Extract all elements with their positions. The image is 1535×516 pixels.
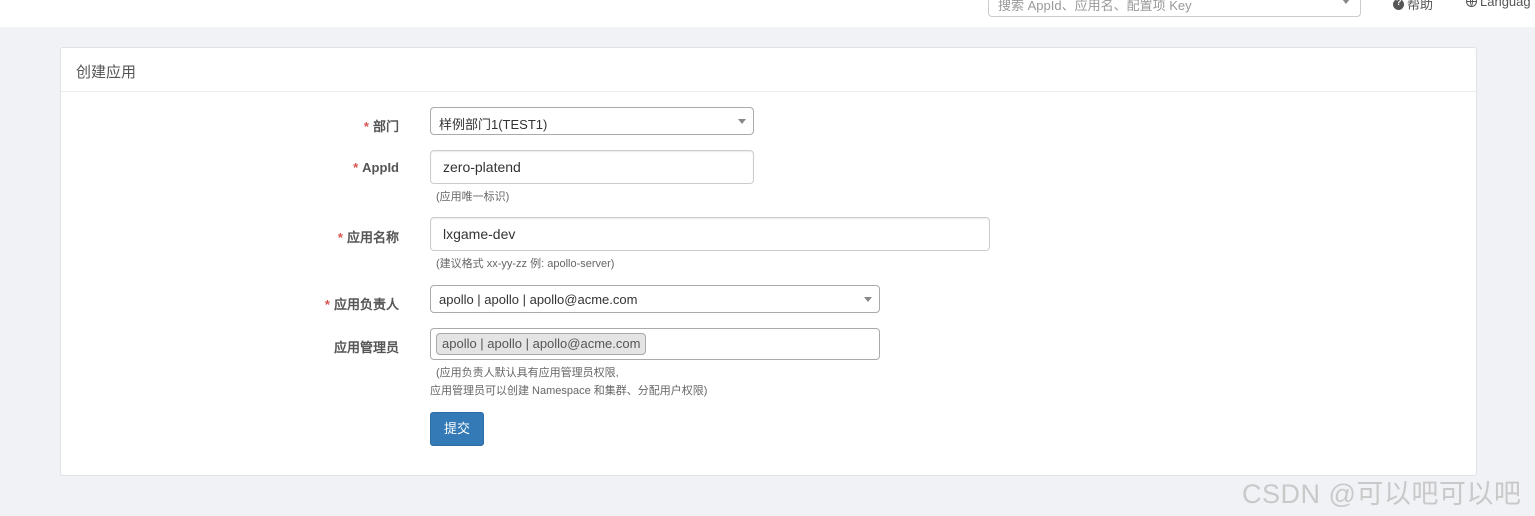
- app-name-input[interactable]: lxgame-dev: [430, 217, 990, 251]
- language-label: Languag: [1480, 0, 1531, 9]
- search-placeholder: 搜索 AppId、应用名、配置项 Key: [998, 0, 1192, 13]
- admins-multiselect[interactable]: apollo | apollo | apollo@acme.com: [430, 328, 880, 360]
- appid-value: zero-platend: [443, 159, 521, 175]
- required-marker: *: [324, 297, 330, 312]
- app-name-value: lxgame-dev: [443, 226, 516, 242]
- owner-label: * 应用负责人: [324, 297, 399, 312]
- app-name-hint: (建议格式 xx-yy-zz 例: apollo-server): [436, 258, 615, 270]
- help-label: 帮助: [1407, 0, 1434, 12]
- admins-hint-line2: 应用管理员可以创建 Namespace 和集群、分配用户权限): [430, 385, 708, 397]
- panel-title: 创建应用: [76, 64, 137, 81]
- department-select[interactable]: 样例部门1(TEST1): [430, 107, 754, 135]
- panel-heading: 创建应用: [61, 48, 1476, 92]
- submit-button[interactable]: 提交: [430, 412, 484, 446]
- create-app-panel: 创建应用 * 部门 样例部门1(TEST1) * AppId zero-platen…: [60, 47, 1477, 476]
- department-value: 样例部门1(TEST1): [439, 117, 548, 132]
- chevron-down-icon: [1342, 0, 1350, 4]
- owner-value: apollo | apollo | apollo@acme.com: [439, 292, 638, 307]
- appid-input[interactable]: zero-platend: [430, 150, 754, 184]
- admins-label: 应用管理员: [333, 340, 399, 355]
- question-circle-icon: [1393, 0, 1404, 11]
- appid-label: * AppId: [353, 160, 399, 175]
- owner-select[interactable]: apollo | apollo | apollo@acme.com: [430, 285, 880, 313]
- chevron-down-icon: [864, 297, 872, 302]
- chevron-down-icon: [738, 119, 746, 124]
- admins-hint-line1: (应用负责人默认具有应用管理员权限,: [436, 367, 619, 379]
- department-label: * 部门: [363, 119, 399, 134]
- required-marker: *: [363, 119, 369, 134]
- required-marker: *: [337, 230, 343, 245]
- global-search-select[interactable]: 搜索 AppId、应用名、配置项 Key: [988, 0, 1361, 17]
- admin-tag[interactable]: apollo | apollo | apollo@acme.com: [436, 333, 647, 355]
- appid-hint: (应用唯一标识): [436, 191, 510, 203]
- globe-icon: [1466, 0, 1477, 8]
- language-link[interactable]: Languag: [1466, 0, 1531, 9]
- required-marker: *: [353, 160, 359, 175]
- help-link[interactable]: 帮助: [1393, 0, 1433, 13]
- app-name-label: * 应用名称: [337, 230, 399, 245]
- watermark: CSDN @可以吧可以吧: [1242, 479, 1522, 509]
- top-navbar: 搜索 AppId、应用名、配置项 Key 帮助 Languag: [0, 0, 1535, 27]
